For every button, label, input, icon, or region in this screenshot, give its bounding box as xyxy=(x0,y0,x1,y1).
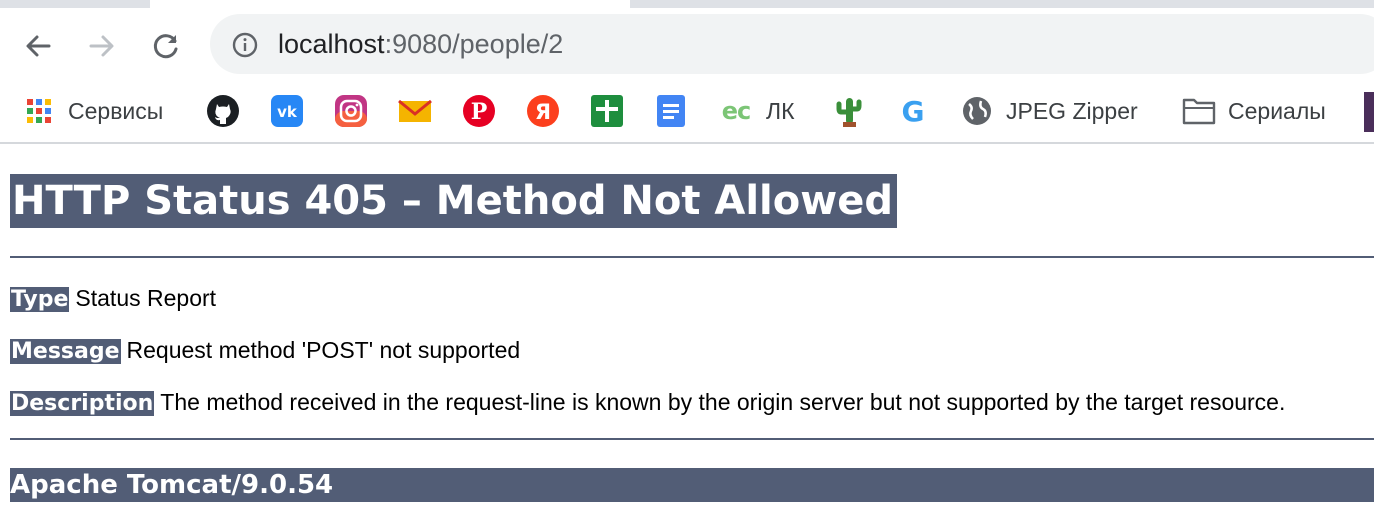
bookmark-pinterest[interactable]: P xyxy=(462,88,496,134)
bookmark-mail[interactable] xyxy=(398,88,432,134)
folder-icon xyxy=(1182,94,1216,128)
forward-button[interactable] xyxy=(82,26,122,66)
bookmark-jpeg-zipper[interactable]: JPEG Zipper xyxy=(960,88,1138,134)
bookmark-label: JPEG Zipper xyxy=(1006,97,1138,124)
tab-strip xyxy=(0,0,1374,8)
docs-icon xyxy=(654,94,688,128)
bookmark-lk[interactable]: ec ЛК xyxy=(716,88,795,134)
bookmark-label: Сериалы xyxy=(1228,97,1326,124)
url-path: :9080/people/2 xyxy=(384,29,564,59)
description-label: Description xyxy=(10,391,155,416)
github-icon xyxy=(206,94,240,128)
description-value: The method received in the request-line … xyxy=(160,389,1286,415)
description-row: Description The method received in the re… xyxy=(10,387,1285,417)
bookmark-overflow-edge xyxy=(1364,92,1374,132)
cactus-icon xyxy=(832,94,866,128)
url-text[interactable]: localhost:9080/people/2 xyxy=(278,28,563,60)
bookmarks-bar: Сервисы vk P Я ec ЛК G JPEG Zipper Сериа… xyxy=(0,80,1374,144)
server-footer: Apache Tomcat/9.0.54 xyxy=(10,468,1374,502)
bookmark-services[interactable]: Сервисы xyxy=(22,88,163,134)
active-tab[interactable] xyxy=(150,0,630,8)
type-label: Type xyxy=(10,287,70,312)
address-bar[interactable]: localhost:9080/people/2 xyxy=(210,14,1374,74)
message-row: Message Request method 'POST' not support… xyxy=(10,335,520,365)
site-info-icon[interactable] xyxy=(232,32,258,58)
error-page: HTTP Status 405 – Method Not Allowed Typ… xyxy=(10,144,1374,524)
bookmark-label: Сервисы xyxy=(68,97,164,124)
svg-text:Я: Я xyxy=(535,100,551,124)
type-value: Status Report xyxy=(75,285,217,311)
svg-text:G: G xyxy=(902,95,925,128)
svg-text:vk: vk xyxy=(277,103,298,121)
url-host: localhost xyxy=(278,29,385,59)
divider xyxy=(10,438,1374,440)
bookmark-vk[interactable]: vk xyxy=(270,88,304,134)
vk-icon: vk xyxy=(270,94,304,128)
g-icon: G xyxy=(896,94,930,128)
bookmark-sheets[interactable] xyxy=(590,88,624,134)
back-button[interactable] xyxy=(18,26,58,66)
divider xyxy=(10,256,1374,258)
page-title: HTTP Status 405 – Method Not Allowed xyxy=(10,174,897,228)
type-row: Type Status Report xyxy=(10,283,216,313)
ec-icon-text: ec xyxy=(721,97,751,125)
pinterest-icon: P xyxy=(462,94,496,128)
browser-toolbar: localhost:9080/people/2 xyxy=(0,8,1374,80)
yandex-icon: Я xyxy=(526,94,560,128)
forward-arrow-icon xyxy=(89,35,114,57)
mail-icon xyxy=(398,94,432,128)
sheets-icon xyxy=(590,94,624,128)
reload-button[interactable] xyxy=(146,26,186,66)
message-value: Request method 'POST' not supported xyxy=(126,337,521,363)
bookmark-cactus[interactable] xyxy=(832,88,866,134)
bookmark-series-folder[interactable]: Сериалы xyxy=(1182,88,1326,134)
bookmark-label: ЛК xyxy=(766,97,795,124)
bookmark-github[interactable] xyxy=(206,88,240,134)
instagram-icon xyxy=(334,94,368,128)
globe-icon xyxy=(960,94,994,128)
bookmark-docs[interactable] xyxy=(654,88,688,134)
apps-grid-icon xyxy=(22,94,56,128)
ec-icon: ec xyxy=(716,94,756,128)
svg-text:P: P xyxy=(471,99,488,125)
bookmark-instagram[interactable] xyxy=(334,88,368,134)
back-arrow-icon xyxy=(26,35,51,57)
reload-icon xyxy=(153,34,178,59)
bookmark-g[interactable]: G xyxy=(896,88,930,134)
message-label: Message xyxy=(10,339,121,364)
bookmark-yandex[interactable]: Я xyxy=(526,88,560,134)
